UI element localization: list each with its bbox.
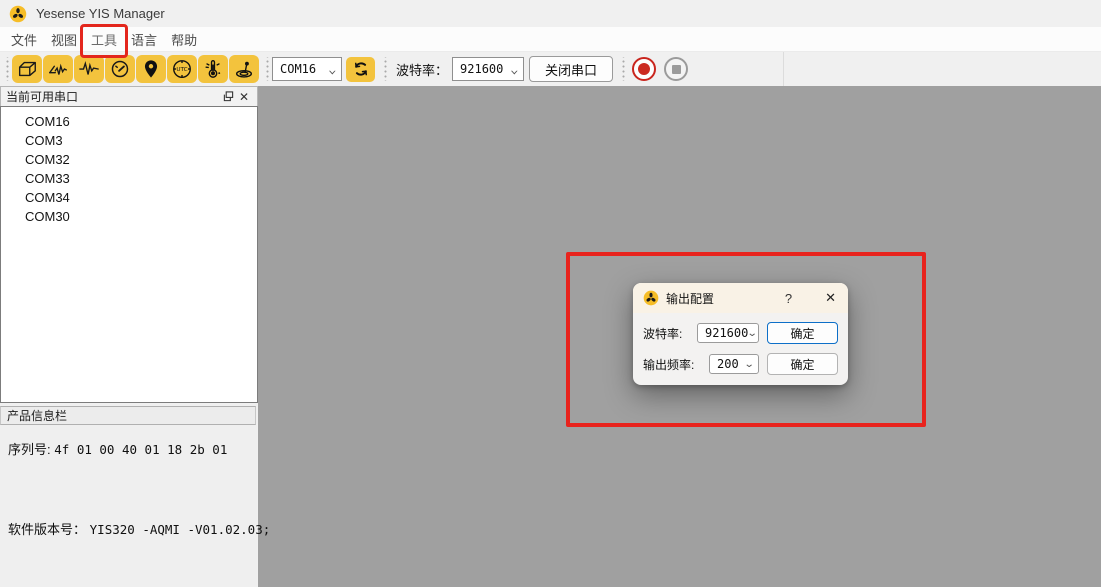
angle-waveform-button[interactable] [43,55,73,83]
menu-view[interactable]: 视图 [44,27,84,52]
stop-button[interactable] [664,57,688,81]
port-list-item[interactable]: COM30 [1,207,257,226]
toolbar-grip[interactable] [620,57,625,81]
window-titlebar: Yesense YIS Manager [0,0,1101,27]
ports-panel-close-button[interactable]: ✕ [236,90,252,104]
port-list[interactable]: COM16 COM3 COM32 COM33 COM34 COM30 [0,106,258,403]
toolbar-separator [783,52,784,86]
waveform-icon [78,58,100,80]
dialog-titlebar[interactable]: 输出配置 ? ✕ [633,283,848,313]
dialog-logo-icon [643,290,659,306]
dialog-baud-value: 921600 [705,326,748,340]
port-list-item[interactable]: COM33 [1,169,257,188]
menu-help[interactable]: 帮助 [164,27,204,52]
cube-3d-button[interactable] [12,55,42,83]
serial-number-value: 4f 01 00 40 01 18 2b 01 [54,442,227,457]
firmware-version-label: 软件版本号： [8,522,86,537]
baud-rate-select[interactable]: 921600 ⌄ [452,57,524,81]
serial-number-label: 序列号: [8,442,51,457]
tilt-sensor-icon [233,58,255,80]
menu-language[interactable]: 语言 [124,27,164,52]
waveform-button[interactable] [74,55,104,83]
thermometer-icon [202,58,224,80]
cube-3d-icon [16,58,38,80]
app-logo-icon [9,5,27,23]
baud-rate-row: 波特率: 921600 ⌄ 确定 [643,322,838,344]
utc-clock-icon: UTC [171,58,193,80]
location-icon [140,58,162,80]
svg-text:UTC: UTC [176,67,187,73]
dialog-baud-ok-button[interactable]: 确定 [767,322,838,344]
gauge-button[interactable] [105,55,135,83]
output-frequency-row: 输出频率: 200 ⌄ 确定 [643,353,838,375]
chevron-down-icon: ⌄ [747,328,758,339]
chevron-down-icon: ⌄ [328,64,337,75]
info-panel-title: 产品信息栏 [7,407,67,424]
location-button[interactable] [136,55,166,83]
port-list-item[interactable]: COM32 [1,150,257,169]
dialog-baud-label: 波特率: [643,325,682,342]
float-window-button[interactable] [220,90,236,104]
left-dock: 当前可用串口 ✕ COM16 COM3 COM32 COM33 COM34 CO… [0,86,258,587]
thermometer-button[interactable] [198,55,228,83]
float-window-icon [223,91,234,102]
dialog-close-button[interactable]: ✕ [825,290,836,306]
com-port-value: COM16 [280,62,316,76]
port-list-item[interactable]: COM3 [1,131,257,150]
ports-panel-title: 当前可用串口 [6,88,220,105]
menu-tools[interactable]: 工具 [84,27,124,52]
toolbar-grip[interactable] [4,57,9,81]
port-list-item[interactable]: COM16 [1,112,257,131]
utc-clock-button[interactable]: UTC [167,55,197,83]
output-config-dialog: 输出配置 ? ✕ 波特率: 921600 ⌄ 确定 输出频率: 200 ⌄ 确定 [633,283,848,385]
ports-panel-header: 当前可用串口 ✕ [0,86,258,107]
refresh-ports-button[interactable] [346,57,375,82]
com-port-select[interactable]: COM16 ⌄ [272,57,342,81]
dialog-help-button[interactable]: ? [785,291,792,306]
info-panel-body: 序列号: 4f 01 00 40 01 18 2b 01 软件版本号： YIS3… [0,425,257,587]
dialog-frequency-ok-button[interactable]: 确定 [767,353,838,375]
menu-file[interactable]: 文件 [4,27,44,52]
toolbar-grip[interactable] [264,57,269,81]
baud-rate-label: 波特率： [396,60,448,79]
angle-waveform-icon [47,58,69,80]
record-icon [638,63,650,75]
menu-bar: 文件 视图 工具 语言 帮助 [0,27,1101,52]
toolbar: UTC COM16 ⌄ 波特率： [0,52,1101,88]
tilt-sensor-button[interactable] [229,55,259,83]
stop-icon [672,65,681,74]
dialog-frequency-value: 200 [717,357,739,371]
record-button[interactable] [632,57,656,81]
serial-number-line: 序列号: 4f 01 00 40 01 18 2b 01 [8,439,227,458]
window-title: Yesense YIS Manager [36,6,165,21]
dialog-baud-select[interactable]: 921600 ⌄ [697,323,759,343]
chevron-down-icon: ⌄ [510,64,519,75]
gauge-icon [109,58,131,80]
info-panel-header: 产品信息栏 [0,406,256,425]
dialog-frequency-label: 输出频率: [643,356,694,373]
dialog-title: 输出配置 [666,290,778,307]
dialog-frequency-select[interactable]: 200 ⌄ [709,354,759,374]
close-serial-port-button[interactable]: 关闭串口 [529,56,613,82]
firmware-version-line: 软件版本号： YIS320 -AQMI -V01.02.03; [8,519,270,538]
refresh-icon [352,60,370,78]
record-controls [632,57,688,81]
firmware-version-value: YIS320 -AQMI -V01.02.03; [90,522,271,537]
toolbar-grip[interactable] [382,57,387,81]
port-list-item[interactable]: COM34 [1,188,257,207]
chevron-down-icon: ⌄ [743,359,754,370]
baud-rate-value: 921600 [460,62,503,76]
